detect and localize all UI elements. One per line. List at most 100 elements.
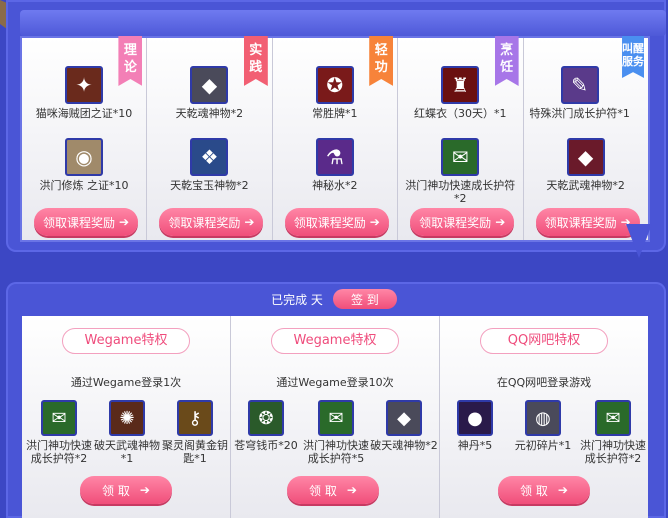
claim-course-reward-button[interactable]: 领取课程奖励 ➔: [159, 208, 264, 236]
arrow-right-icon: ➔: [139, 483, 150, 497]
claim-privilege-button[interactable]: 领 取 ➔: [498, 476, 590, 504]
fire-orb-icon: ✺: [109, 400, 145, 436]
reward-item[interactable]: ● 神丹*5: [440, 400, 510, 452]
reward-label: 红蝶衣（30天）*1: [413, 107, 507, 120]
golden-key-icon: ⚷: [177, 400, 213, 436]
scroll-icon: ✎: [560, 66, 599, 104]
reward-label: 天乾宝玉神物*2: [170, 179, 249, 192]
reward-label: 特殊洪门成长护符*1: [529, 107, 630, 120]
talisman-icon: ✉: [318, 400, 354, 436]
reward-item[interactable]: ♜ 红蝶衣（30天）*1: [400, 66, 520, 120]
privilege-card-row: Wegame特权 通过Wegame登录1次 ✉ 洪门神功快速成长护符*2 ✺ 破…: [22, 316, 648, 518]
red-robe-icon: ♜: [441, 66, 480, 104]
button-label: 领取课程奖励: [544, 215, 617, 230]
reward-item[interactable]: ◆ 破天魂神物*2: [369, 400, 439, 452]
reward-item[interactable]: ✎ 特殊洪门成长护符*1: [520, 66, 640, 120]
reward-item[interactable]: ✉ 洪门神功快速成长护符*5: [301, 400, 371, 465]
course-card-qinggong: 轻功 ✪ 常胜牌*1 ⚗ 神秘水*2 领取课程奖励 ➔: [272, 36, 399, 240]
reward-label: 元初碎片*1: [514, 439, 572, 452]
reward-item[interactable]: ❖ 天乾宝玉神物*2: [149, 138, 269, 192]
pearl-icon: ●: [457, 400, 493, 436]
reward-item[interactable]: ✦ 猫咪海贼团之证*10: [24, 66, 144, 120]
privilege-card-qq-netcafe: QQ网吧特权 在QQ网吧登录游戏 ● 神丹*5 ◍ 元初碎片*1 ✉ 洪门神功快…: [440, 316, 648, 518]
red-token-icon: ✪: [315, 66, 354, 104]
privilege-title: QQ网吧特权: [480, 328, 608, 354]
reward-label: 天乾武魂神物*2: [546, 179, 625, 192]
reward-label: 苍穹钱币*20: [234, 439, 298, 452]
blue-gem-icon: ❖: [190, 138, 229, 176]
course-card-row: 理论 ✦ 猫咪海贼团之证*10 ◉ 洪门修炼 之证*10 领取课程奖励 ➔ 实践…: [20, 36, 650, 242]
reward-label: 洪门神功快速成长护符*2: [26, 439, 92, 465]
button-label: 领取课程奖励: [168, 215, 241, 230]
reward-item[interactable]: ◍ 元初碎片*1: [508, 400, 578, 452]
arrow-right-icon: ➔: [369, 215, 380, 229]
reward-item[interactable]: ✉ 洪门神功快速成长护符*2: [24, 400, 94, 465]
claim-course-reward-button[interactable]: 领取课程奖励 ➔: [410, 208, 515, 236]
claim-course-reward-button[interactable]: 领取课程奖励 ➔: [284, 208, 389, 236]
reward-item[interactable]: ◉ 洪门修炼 之证*10: [24, 138, 144, 192]
reward-item[interactable]: ✺ 破天武魂神物*1: [92, 400, 162, 465]
reward-item[interactable]: ✉ 洪门神功快速成长护符*2: [400, 138, 520, 205]
signin-status: 已完成 天: [271, 292, 323, 307]
silver-ore-icon: ◆: [190, 66, 229, 104]
privilege-card-wegame-10: Wegame特权 通过Wegame登录10次 ❂ 苍穹钱币*20 ✉ 洪门神功快…: [231, 316, 440, 518]
reward-item[interactable]: ❂ 苍穹钱币*20: [231, 400, 301, 452]
signin-bar: 已完成 天 签 到: [0, 288, 668, 310]
reward-label: 破天武魂神物*1: [94, 439, 160, 465]
arrow-right-icon: ➔: [244, 215, 255, 229]
privilege-title: Wegame特权: [62, 328, 190, 354]
course-card-wakeup: 叫醒服务 ✎ 特殊洪门成长护符*1 ◆ 天乾武魂神物*2 领取课程奖励 ➔: [523, 36, 649, 240]
reward-item[interactable]: ⚗ 神秘水*2: [275, 138, 395, 192]
green-coin-icon: ❂: [248, 400, 284, 436]
button-label: 领取课程奖励: [42, 215, 115, 230]
button-label: 领 取: [102, 483, 130, 498]
reward-label: 破天魂神物*2: [370, 439, 438, 452]
reward-label: 洪门神功快速成长护符*2: [580, 439, 646, 465]
reward-label: 猫咪海贼团之证*10: [35, 107, 133, 120]
medal-icon: ◉: [65, 138, 103, 176]
reward-label: 洪门神功快速成长护符*2: [405, 179, 516, 205]
button-label: 领取课程奖励: [419, 215, 492, 230]
privilege-title: Wegame特权: [271, 328, 399, 354]
claim-privilege-button[interactable]: 领 取 ➔: [287, 476, 379, 504]
red-ore-icon: ◆: [566, 138, 605, 176]
reward-label: 神秘水*2: [312, 179, 358, 192]
arrow-right-icon: ➔: [557, 483, 568, 497]
privilege-description: 通过Wegame登录1次: [70, 376, 182, 389]
reward-label: 洪门修炼 之证*10: [39, 179, 129, 192]
button-label: 领 取: [520, 483, 548, 498]
arrow-right-icon: ➔: [346, 483, 357, 497]
privilege-description: 在QQ网吧登录游戏: [496, 376, 592, 389]
button-label: 领 取: [309, 483, 337, 498]
reward-item[interactable]: ◆ 天乾魂神物*2: [149, 66, 269, 120]
reward-item[interactable]: ✪ 常胜牌*1: [275, 66, 395, 120]
reward-item[interactable]: ⚷ 聚灵阁黄金钥匙*1: [160, 400, 230, 465]
panel-header-bar: [20, 10, 666, 36]
talisman-icon: ✉: [595, 400, 631, 436]
silver-ore-icon: ◆: [386, 400, 422, 436]
arrow-right-icon: ➔: [495, 215, 506, 229]
arrow-right-icon: ➔: [118, 215, 130, 229]
button-label: 领取课程奖励: [293, 215, 366, 230]
reward-label: 聚灵阁黄金钥匙*1: [162, 439, 228, 465]
course-card-cooking: 烹饪 ♜ 红蝶衣（30天）*1 ✉ 洪门神功快速成长护符*2 领取课程奖励 ➔: [398, 36, 524, 240]
privilege-card-wegame-1: Wegame特权 通过Wegame登录1次 ✉ 洪门神功快速成长护符*2 ✺ 破…: [22, 316, 231, 518]
reward-item[interactable]: ◆ 天乾武魂神物*2: [526, 138, 646, 192]
reward-label: 神丹*5: [457, 439, 493, 452]
claim-course-reward-button[interactable]: 领取课程奖励 ➔: [535, 208, 640, 236]
reward-item[interactable]: ✉ 洪门神功快速成长护符*2: [578, 400, 648, 465]
privilege-description: 通过Wegame登录10次: [276, 376, 394, 389]
reward-label: 洪门神功快速成长护符*5: [303, 439, 369, 465]
claim-course-reward-button[interactable]: 领取课程奖励 ➔: [34, 208, 138, 236]
claim-privilege-button[interactable]: 领 取 ➔: [80, 476, 172, 504]
talisman-icon: ✉: [41, 400, 77, 436]
compass-icon: ✦: [65, 66, 103, 104]
reward-label: 天乾魂神物*2: [175, 107, 244, 120]
silver-shard-icon: ◍: [525, 400, 561, 436]
talisman-icon: ✉: [441, 138, 480, 176]
course-card-practice: 实践 ◆ 天乾魂神物*2 ❖ 天乾宝玉神物*2 领取课程奖励 ➔: [147, 36, 273, 240]
course-card-theory: 理论 ✦ 猫咪海贼团之证*10 ◉ 洪门修炼 之证*10 领取课程奖励 ➔: [22, 36, 148, 240]
reward-label: 常胜牌*1: [312, 107, 358, 120]
signin-button[interactable]: 签 到: [332, 289, 397, 309]
potion-icon: ⚗: [315, 138, 354, 176]
